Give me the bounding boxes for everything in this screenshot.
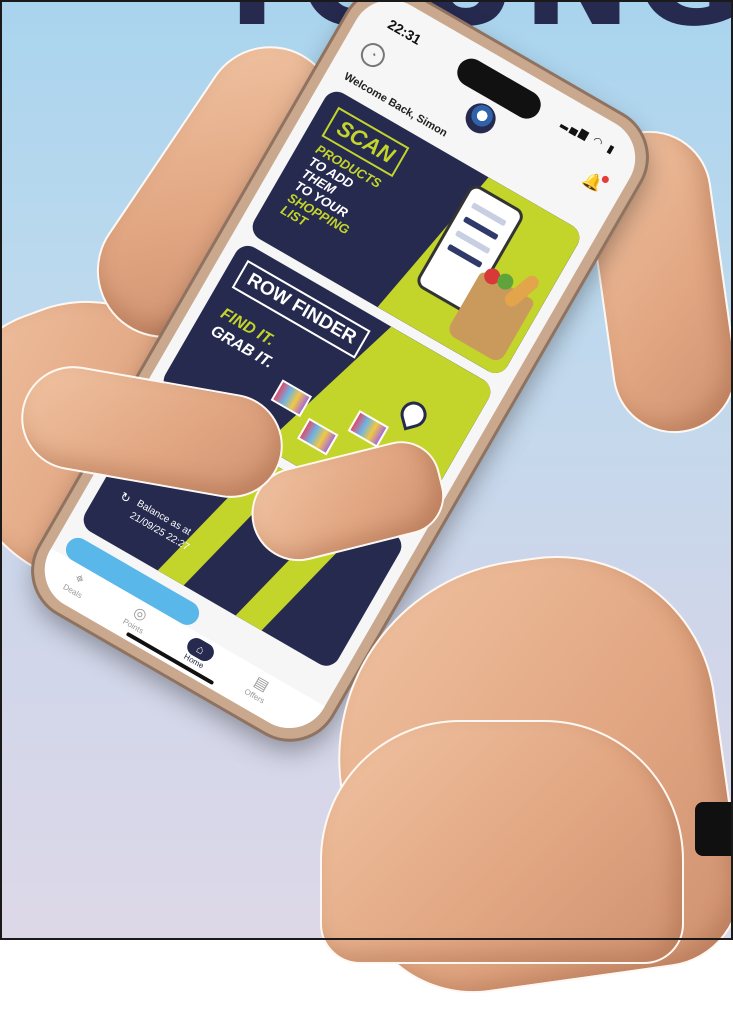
profile-icon[interactable]: ◔ bbox=[356, 38, 390, 72]
bell-icon[interactable]: 🔔 bbox=[579, 168, 611, 195]
notification-dot bbox=[600, 174, 611, 185]
store-logo bbox=[460, 97, 502, 139]
apple-icon[interactable] bbox=[695, 802, 733, 856]
status-icons: ▂▄▆ ◠ ▮ bbox=[559, 116, 618, 158]
refresh-icon[interactable]: ↻ bbox=[118, 489, 134, 506]
tab-offers[interactable]: ▤ Offers bbox=[226, 662, 291, 715]
status-time: 22:31 bbox=[385, 15, 425, 48]
right-wrist bbox=[320, 720, 684, 964]
